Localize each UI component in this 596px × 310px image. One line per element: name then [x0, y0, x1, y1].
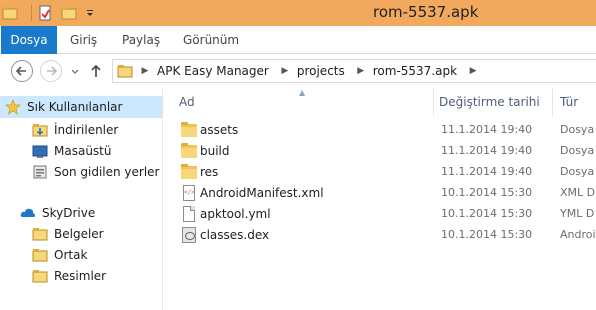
tab-view[interactable]: Görünüm [171, 26, 251, 54]
file-date: 11.1.2014 19:40 [441, 123, 533, 136]
table-row[interactable]: classes.dex 10.1.2014 15:30 Androi [163, 225, 596, 246]
file-date: 10.1.2014 15:30 [441, 207, 533, 220]
window-title: rom-5537.apk [373, 3, 479, 21]
table-row[interactable]: res 11.1.2014 19:40 Dosya [163, 162, 596, 183]
folder-icon [32, 226, 48, 242]
navigation-bar: ▶ APK Easy Manager ▶ projects ▶ rom-5537… [0, 55, 596, 87]
chevron-right-icon[interactable]: ▶ [467, 66, 479, 76]
xml-file-icon [181, 185, 197, 201]
sidebar-item-shared[interactable]: Ortak [0, 244, 162, 266]
file-date: 11.1.2014 19:40 [441, 165, 533, 178]
sidebar-item-recent-places[interactable]: Son gidilen yerler [0, 161, 162, 183]
tab-file[interactable]: Dosya [1, 26, 57, 54]
new-folder-icon[interactable] [61, 5, 77, 21]
file-name: classes.dex [200, 228, 270, 242]
folder-icon [181, 143, 197, 159]
column-divider[interactable] [552, 88, 553, 116]
sidebar-item-favorites[interactable]: Sık Kullanılanlar [0, 96, 162, 118]
file-type: YML D [560, 207, 595, 220]
up-button[interactable] [86, 60, 106, 82]
folder-icon [32, 268, 48, 284]
arrow-left-icon [15, 66, 26, 76]
chevron-right-icon[interactable]: ▶ [279, 66, 291, 76]
quick-access-toolbar [2, 3, 95, 23]
file-name: assets [200, 123, 239, 137]
sidebar-item-downloads[interactable]: İndirilenler [0, 119, 162, 141]
file-type: XML D [560, 186, 596, 199]
forward-button[interactable] [40, 60, 62, 82]
toolbar-divider [31, 5, 32, 21]
tab-home[interactable]: Giriş [58, 26, 109, 54]
file-type: Dosya [560, 144, 595, 157]
recent-locations-button[interactable] [70, 60, 80, 82]
ribbon-tabs: Dosya Giriş Paylaş Görünüm [0, 26, 596, 54]
table-row[interactable]: build 11.1.2014 19:40 Dosya [163, 141, 596, 162]
tab-share[interactable]: Paylaş [110, 26, 172, 54]
table-row[interactable]: apktool.yml 10.1.2014 15:30 YML D [163, 204, 596, 225]
file-type: Dosya [560, 123, 595, 136]
folder-icon [181, 164, 197, 180]
breadcrumb-item[interactable]: projects [297, 64, 345, 78]
column-header-name[interactable]: Ad [179, 88, 195, 116]
chevron-right-icon[interactable]: ▶ [355, 66, 367, 76]
recent-places-icon [32, 164, 48, 180]
breadcrumb-item[interactable]: rom-5537.apk [373, 64, 457, 78]
cloud-icon [20, 205, 36, 221]
sidebar-item-skydrive[interactable]: SkyDrive [0, 202, 162, 224]
column-header-date[interactable]: Değiştirme tarihi [439, 88, 540, 116]
file-name: build [200, 144, 230, 158]
sidebar-item-documents[interactable]: Belgeler [0, 223, 162, 245]
table-row[interactable]: assets 11.1.2014 19:40 Dosya [163, 120, 596, 141]
arrow-right-icon [47, 66, 58, 76]
file-date: 10.1.2014 15:30 [441, 186, 533, 199]
file-type: Androi [560, 228, 596, 241]
breadcrumb-item[interactable]: APK Easy Manager [157, 64, 269, 78]
chevron-right-icon[interactable]: ▶ [139, 66, 151, 76]
sidebar-item-desktop[interactable]: Masaüstü [0, 140, 162, 162]
file-name: AndroidManifest.xml [200, 186, 324, 200]
arrow-up-icon [91, 64, 101, 77]
table-row[interactable]: AndroidManifest.xml 10.1.2014 15:30 XML … [163, 183, 596, 204]
file-date: 10.1.2014 15:30 [441, 228, 533, 241]
sidebar-item-pictures[interactable]: Resimler [0, 265, 162, 287]
customize-toolbar-icon[interactable] [85, 5, 95, 21]
folder-icon [181, 122, 197, 138]
back-button[interactable] [11, 60, 33, 82]
column-header-type[interactable]: Tür [560, 88, 578, 116]
column-divider[interactable] [433, 88, 434, 116]
file-icon [181, 206, 197, 222]
star-icon [5, 99, 21, 115]
file-list: ▲ Ad Değiştirme tarihi Tür assets 11.1.2… [163, 88, 596, 310]
downloads-folder-icon [32, 122, 48, 138]
desktop-icon [32, 143, 48, 159]
properties-icon[interactable] [37, 5, 53, 21]
navigation-pane: Sık Kullanılanlar İndirilenler Masaüstü … [0, 88, 162, 310]
folder-icon [117, 63, 133, 79]
title-bar: rom-5537.apk [0, 0, 596, 26]
chevron-down-icon [71, 69, 79, 74]
folder-icon [32, 247, 48, 263]
address-bar[interactable]: ▶ APK Easy Manager ▶ projects ▶ rom-5537… [112, 59, 596, 83]
file-name: res [200, 165, 219, 179]
dex-file-icon [181, 227, 197, 243]
file-date: 11.1.2014 19:40 [441, 144, 533, 157]
folder-icon[interactable] [2, 5, 18, 21]
file-name: apktool.yml [200, 207, 271, 221]
file-type: Dosya [560, 165, 595, 178]
sort-ascending-icon: ▲ [299, 88, 306, 97]
